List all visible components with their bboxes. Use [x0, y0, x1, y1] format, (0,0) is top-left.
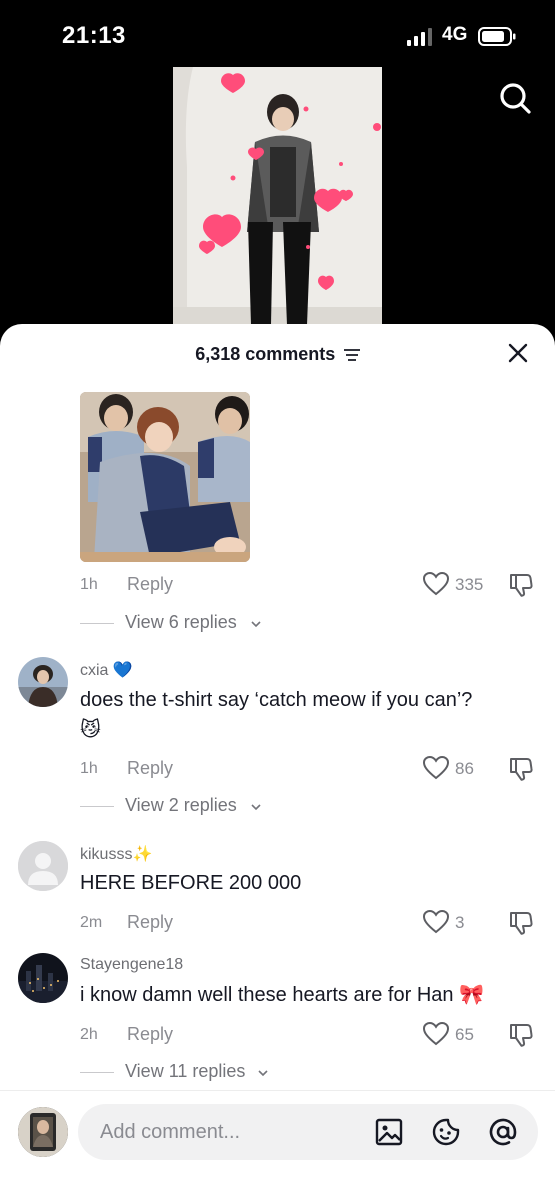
cellular-signal-icon — [407, 28, 432, 46]
avatar[interactable] — [18, 953, 68, 1003]
comment-actions: 1h Reply 335 — [80, 571, 540, 598]
comment-time: 2m — [80, 914, 103, 931]
image-icon[interactable] — [374, 1117, 404, 1147]
like-count: 3 — [455, 913, 465, 932]
view-replies[interactable]: View 6 replies — [80, 612, 380, 636]
view-replies[interactable]: View 2 replies — [80, 795, 380, 819]
emoji: 😼 — [80, 719, 101, 741]
heart-icon[interactable] — [422, 1020, 450, 1048]
heart-icon[interactable] — [422, 754, 450, 782]
reply-button[interactable]: Reply — [127, 1024, 173, 1045]
divider — [80, 806, 114, 807]
reply-button[interactable]: Reply — [127, 574, 173, 595]
comment-image[interactable] — [80, 392, 250, 562]
dislike-icon[interactable] — [508, 1021, 534, 1047]
avatar[interactable] — [18, 657, 68, 707]
username[interactable]: cxia 💙 — [80, 660, 133, 680]
reply-button[interactable]: Reply — [127, 912, 173, 933]
default-avatar-icon[interactable] — [18, 841, 68, 891]
mention-icon[interactable] — [488, 1117, 518, 1147]
comment-composer — [0, 1090, 555, 1200]
view-replies-label: View 2 replies — [125, 795, 237, 815]
comment-input[interactable] — [100, 1117, 360, 1147]
battery-icon — [478, 27, 516, 46]
comment-actions: 2h Reply 65 — [80, 1021, 540, 1048]
comments-sheet: 6,318 comments 1h Reply 335 View 6 repli… — [0, 324, 555, 1200]
view-replies[interactable]: View 11 replies — [80, 1061, 380, 1085]
dislike-icon[interactable] — [508, 755, 534, 781]
comment-text: does the t-shirt say ‘catch meow if you … — [80, 689, 473, 741]
comment-count: 6,318 comments — [195, 344, 336, 364]
filter-icon[interactable] — [343, 348, 360, 362]
comment-actions: 1h Reply 86 — [80, 755, 540, 782]
divider — [80, 1072, 114, 1073]
comments-header: 6,318 comments — [0, 344, 555, 368]
chevron-down-icon — [251, 621, 261, 628]
comment-time: 2h — [80, 1026, 98, 1043]
view-replies-label: View 6 replies — [125, 612, 237, 632]
comment-text: HERE BEFORE 200 000 — [80, 872, 302, 894]
like-count: 86 — [455, 759, 474, 778]
my-avatar[interactable] — [18, 1107, 68, 1157]
reply-button[interactable]: Reply — [127, 758, 173, 779]
emoji-icon[interactable] — [431, 1117, 461, 1147]
badge-emoji: 💙 — [112, 662, 133, 679]
divider — [80, 623, 114, 624]
chevron-down-icon — [251, 804, 261, 811]
comment-text: i know damn well these hearts are for Ha… — [80, 984, 484, 1006]
heart-icon[interactable] — [422, 570, 450, 598]
close-icon[interactable] — [507, 342, 529, 364]
like-count: 65 — [455, 1025, 474, 1044]
search-icon[interactable] — [497, 80, 533, 116]
status-time: 21:13 — [62, 22, 126, 49]
username[interactable]: kikusss✨ — [80, 844, 152, 864]
badge-emoji: ✨ — [132, 846, 153, 863]
comment-time: 1h — [80, 576, 98, 593]
dislike-icon[interactable] — [508, 909, 534, 935]
username[interactable]: Stayengene18 — [80, 956, 183, 974]
comment-actions: 2m Reply 3 — [80, 909, 540, 936]
like-count: 335 — [455, 575, 484, 594]
view-replies-label: View 11 replies — [125, 1061, 246, 1081]
comment-input-container — [78, 1104, 538, 1160]
network-type: 4G — [442, 24, 468, 45]
video-preview[interactable] — [173, 67, 382, 329]
dislike-icon[interactable] — [508, 571, 534, 597]
chevron-down-icon — [258, 1070, 268, 1077]
comment-time: 1h — [80, 760, 98, 777]
heart-icon[interactable] — [422, 908, 450, 936]
status-bar: 21:13 4G — [0, 0, 555, 70]
